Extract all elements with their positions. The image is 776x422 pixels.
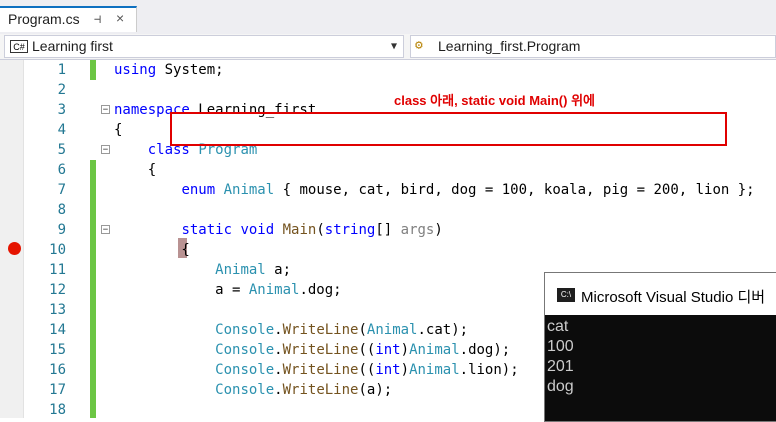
member-dropdown[interactable]: ⚙ Learning_first.Program: [410, 35, 776, 58]
console-output: cat 100 201 dog: [547, 317, 574, 397]
line-number: 6: [57, 162, 66, 178]
code-line-14: Console.WriteLine(Animal.cat);: [215, 322, 469, 338]
code-line-16: Console.WriteLine((int)Animal.lion);: [215, 362, 519, 378]
console-window[interactable]: C:\ Microsoft Visual Studio 디버 cat 100 2…: [544, 272, 776, 422]
line-number: 7: [57, 182, 66, 198]
code-line-17: Console.WriteLine(a);: [215, 382, 393, 398]
line-number: 8: [57, 202, 66, 218]
member-name: Learning_first.Program: [438, 38, 581, 54]
class-icon: ⚙: [415, 38, 423, 53]
tab-strip: Program.cs ⊣ ×: [0, 0, 776, 34]
fold-toggle[interactable]: −: [101, 225, 110, 235]
line-number: 12: [49, 282, 66, 298]
code-line-11: Animal a;: [215, 262, 292, 278]
line-number: 10: [49, 242, 66, 258]
fold-toggle[interactable]: −: [101, 105, 110, 115]
code-line-15: Console.WriteLine((int)Animal.dog);: [215, 342, 511, 358]
line-number: 2: [57, 82, 66, 98]
breakpoint-margin[interactable]: [0, 60, 24, 418]
csharp-project-icon: C#: [10, 40, 28, 53]
code-line-12: a = Animal.dog;: [114, 282, 342, 298]
code-line-4: {: [114, 122, 123, 138]
breakpoint-icon[interactable]: [8, 242, 21, 255]
console-line: 201: [547, 358, 574, 375]
console-title: Microsoft Visual Studio 디버: [581, 289, 766, 306]
line-number: 3: [57, 102, 66, 118]
line-number: 13: [49, 302, 66, 318]
line-number: 18: [49, 402, 66, 418]
code-line-6: {: [114, 162, 157, 178]
change-bar: [90, 60, 96, 80]
console-line: dog: [547, 378, 574, 395]
line-number: 5: [57, 142, 66, 158]
chevron-down-icon: ▼: [390, 41, 397, 52]
line-number: 9: [57, 222, 66, 238]
code-line-10: {: [114, 242, 190, 258]
line-number: 11: [49, 262, 66, 278]
line-number: 1: [57, 62, 66, 78]
project-dropdown[interactable]: C# Learning first ▼: [4, 35, 404, 58]
tab-program-cs[interactable]: Program.cs ⊣ ×: [0, 6, 137, 32]
annotation-text: class 아래, static void Main() 위에: [394, 93, 595, 108]
console-line: cat: [547, 318, 569, 335]
fold-toggle[interactable]: −: [101, 145, 110, 155]
tab-title: Program.cs: [8, 11, 80, 27]
navigation-bar: C# Learning first ▼ ⚙ Learning_first.Pro…: [0, 34, 776, 60]
console-line: 100: [547, 338, 574, 355]
code-line-1: using System;: [114, 62, 224, 78]
line-number: 4: [57, 122, 66, 138]
console-title-bar[interactable]: C:\ Microsoft Visual Studio 디버: [545, 273, 776, 315]
pin-icon[interactable]: ⊣: [94, 12, 101, 26]
line-number: 14: [49, 322, 66, 338]
code-line-9: static void Main(string[] args): [181, 222, 443, 238]
code-line-7: enum Animal { mouse, cat, bird, dog = 10…: [181, 182, 755, 198]
change-bar: [90, 160, 96, 220]
line-number: 15: [49, 342, 66, 358]
line-number: 17: [49, 382, 66, 398]
change-bar: [90, 220, 96, 418]
annotation-box: [170, 112, 727, 146]
console-icon: C:\: [557, 288, 575, 302]
close-icon[interactable]: ×: [116, 10, 124, 26]
line-number: 16: [49, 362, 66, 378]
project-name: Learning first: [32, 38, 113, 54]
